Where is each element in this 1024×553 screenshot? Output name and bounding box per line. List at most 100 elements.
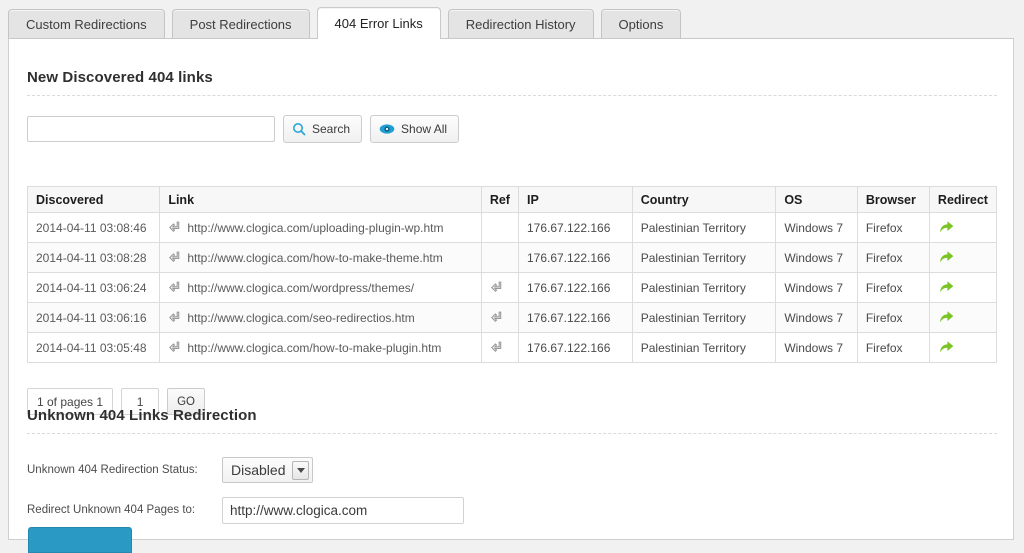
- cell-link: http://www.clogica.com/seo-redirectios.h…: [160, 303, 481, 333]
- column-header-redirect[interactable]: Redirect: [929, 187, 996, 213]
- column-header-country[interactable]: Country: [632, 187, 776, 213]
- table-row: 2014-04-11 03:05:48 http://www.clogica.c…: [28, 333, 997, 363]
- cell-link: http://www.clogica.com/uploading-plugin-…: [160, 213, 481, 243]
- referrer-arrow-icon: [168, 250, 181, 266]
- cell-ref: [481, 303, 518, 333]
- referrer-arrow-icon: [168, 340, 181, 356]
- cell-discovered: 2014-04-11 03:08:46: [28, 213, 160, 243]
- cell-discovered: 2014-04-11 03:06:16: [28, 303, 160, 333]
- status-row: Unknown 404 Redirection Status: Disabled: [27, 453, 997, 487]
- cell-os: Windows 7: [776, 333, 858, 363]
- cell-redirect: [929, 303, 996, 333]
- redirection-status-select[interactable]: Disabled: [222, 457, 313, 483]
- table-header-row: Discovered Link Ref IP Country OS Browse…: [28, 187, 997, 213]
- tab-label: Options: [619, 17, 664, 32]
- status-label: Unknown 404 Redirection Status:: [27, 464, 222, 476]
- cell-browser: Firefox: [857, 273, 929, 303]
- magnifier-icon: [292, 122, 306, 136]
- redirect-url-input[interactable]: [222, 497, 464, 524]
- cell-os: Windows 7: [776, 303, 858, 333]
- cell-discovered: 2014-04-11 03:05:48: [28, 333, 160, 363]
- column-header-ref[interactable]: Ref: [481, 187, 518, 213]
- link-url[interactable]: http://www.clogica.com/wordpress/themes/: [187, 281, 414, 295]
- cell-browser: Firefox: [857, 303, 929, 333]
- cell-link: http://www.clogica.com/how-to-make-plugi…: [160, 333, 481, 363]
- eye-icon: [379, 123, 395, 135]
- section-divider-bottom: [27, 433, 997, 434]
- section-divider-top: [27, 95, 997, 96]
- search-toolbar: Search Show All: [27, 115, 459, 143]
- tab-redirection-history[interactable]: Redirection History: [448, 9, 594, 39]
- referrer-arrow-icon[interactable]: [490, 312, 503, 326]
- cell-browser: Firefox: [857, 213, 929, 243]
- search-button-label: Search: [312, 122, 350, 136]
- cell-browser: Firefox: [857, 243, 929, 273]
- chevron-down-icon: [292, 461, 309, 480]
- unknown-section-title: Unknown 404 Links Redirection: [27, 407, 257, 424]
- link-url[interactable]: http://www.clogica.com/seo-redirectios.h…: [187, 311, 414, 325]
- cell-discovered: 2014-04-11 03:08:28: [28, 243, 160, 273]
- link-url[interactable]: http://www.clogica.com/uploading-plugin-…: [187, 221, 443, 235]
- content-panel: New Discovered 404 links Search Show Al: [8, 38, 1014, 540]
- tab-label: Redirection History: [466, 17, 576, 32]
- cell-os: Windows 7: [776, 243, 858, 273]
- green-redirect-arrow-icon[interactable]: [938, 283, 955, 297]
- tab-404-error-links[interactable]: 404 Error Links: [317, 7, 441, 39]
- green-redirect-arrow-icon[interactable]: [938, 313, 955, 327]
- cell-country: Palestinian Territory: [632, 303, 776, 333]
- column-header-ip[interactable]: IP: [518, 187, 632, 213]
- redirection-status-value: Disabled: [231, 462, 285, 478]
- cell-ip: 176.67.122.166: [518, 243, 632, 273]
- save-button[interactable]: [28, 527, 132, 553]
- redirect-url-label: Redirect Unknown 404 Pages to:: [27, 504, 222, 516]
- green-redirect-arrow-icon[interactable]: [938, 253, 955, 267]
- tab-bar: Custom Redirections Post Redirections 40…: [0, 0, 1024, 39]
- unknown-404-form: Unknown 404 Redirection Status: Disabled…: [27, 435, 997, 527]
- cell-ip: 176.67.122.166: [518, 273, 632, 303]
- show-all-button-label: Show All: [401, 122, 447, 136]
- referrer-arrow-icon[interactable]: [490, 342, 503, 356]
- column-header-os[interactable]: OS: [776, 187, 858, 213]
- tab-label: Custom Redirections: [26, 17, 147, 32]
- cell-ref: [481, 213, 518, 243]
- cell-ip: 176.67.122.166: [518, 333, 632, 363]
- cell-os: Windows 7: [776, 213, 858, 243]
- tab-label: 404 Error Links: [335, 16, 423, 31]
- cell-redirect: [929, 273, 996, 303]
- table-row: 2014-04-11 03:06:24 http://www.clogica.c…: [28, 273, 997, 303]
- cell-redirect: [929, 333, 996, 363]
- cell-country: Palestinian Territory: [632, 243, 776, 273]
- cell-link: http://www.clogica.com/how-to-make-theme…: [160, 243, 481, 273]
- tab-post-redirections[interactable]: Post Redirections: [172, 9, 310, 39]
- table-body: 2014-04-11 03:08:46 http://www.clogica.c…: [28, 213, 997, 363]
- tab-options[interactable]: Options: [601, 9, 682, 39]
- column-header-discovered[interactable]: Discovered: [28, 187, 160, 213]
- referrer-arrow-icon: [168, 310, 181, 326]
- tab-strip: Custom Redirections Post Redirections 40…: [8, 7, 681, 39]
- cell-ref: [481, 243, 518, 273]
- table-header: Discovered Link Ref IP Country OS Browse…: [28, 187, 997, 213]
- link-url[interactable]: http://www.clogica.com/how-to-make-theme…: [187, 251, 442, 265]
- link-url[interactable]: http://www.clogica.com/how-to-make-plugi…: [187, 341, 441, 355]
- cell-os: Windows 7: [776, 273, 858, 303]
- column-header-browser[interactable]: Browser: [857, 187, 929, 213]
- table-row: 2014-04-11 03:08:28 http://www.clogica.c…: [28, 243, 997, 273]
- referrer-arrow-icon: [168, 220, 181, 236]
- cell-country: Palestinian Territory: [632, 333, 776, 363]
- green-redirect-arrow-icon[interactable]: [938, 223, 955, 237]
- tab-custom-redirections[interactable]: Custom Redirections: [8, 9, 165, 39]
- discovered-404-table: Discovered Link Ref IP Country OS Browse…: [27, 186, 997, 363]
- search-button[interactable]: Search: [283, 115, 362, 143]
- cell-ref: [481, 333, 518, 363]
- redirect-url-row: Redirect Unknown 404 Pages to:: [27, 493, 997, 527]
- show-all-button[interactable]: Show All: [370, 115, 459, 143]
- table-row: 2014-04-11 03:08:46 http://www.clogica.c…: [28, 213, 997, 243]
- search-input[interactable]: [27, 116, 275, 142]
- cell-ip: 176.67.122.166: [518, 213, 632, 243]
- tab-label: Post Redirections: [190, 17, 292, 32]
- green-redirect-arrow-icon[interactable]: [938, 343, 955, 357]
- discovered-section-title: New Discovered 404 links: [27, 69, 213, 86]
- referrer-arrow-icon[interactable]: [490, 282, 503, 296]
- column-header-link[interactable]: Link: [160, 187, 481, 213]
- cell-redirect: [929, 243, 996, 273]
